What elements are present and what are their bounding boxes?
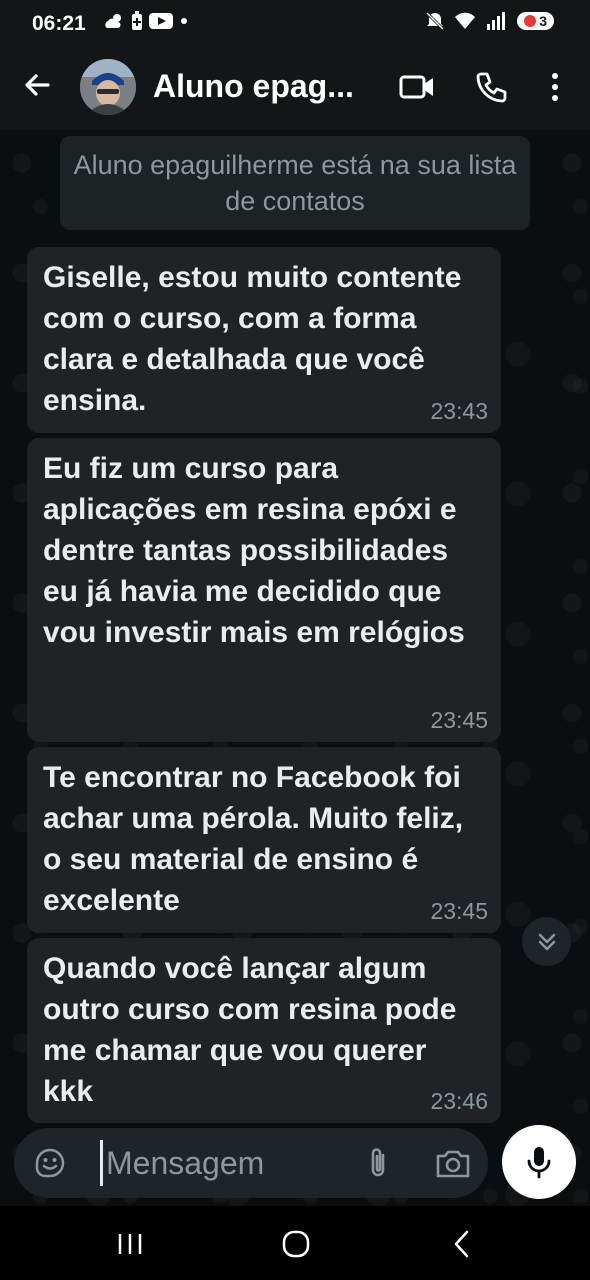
contact-info-notice: Aluno epaguilherme está na sua lista de … xyxy=(60,136,530,230)
text-cursor xyxy=(100,1140,103,1186)
double-chevron-down-icon xyxy=(538,933,555,950)
chat-area[interactable]: Aluno epaguilherme está na sua lista de … xyxy=(0,130,590,1206)
nav-back-icon[interactable] xyxy=(450,1228,474,1260)
message-bubble[interactable]: Quando você lançar algum outro curso com… xyxy=(27,938,501,1123)
person-photo-icon xyxy=(80,59,136,115)
notification-count: 3 xyxy=(539,13,547,29)
message-composer xyxy=(14,1128,488,1198)
message-text: Te encontrar no Facebook foi achar uma p… xyxy=(43,761,464,917)
message-time: 23:43 xyxy=(430,398,488,424)
message-text: Quando você lançar algum outro curso com… xyxy=(43,952,457,1108)
back-arrow-icon[interactable] xyxy=(20,68,54,102)
battery-saver-icon xyxy=(132,11,142,30)
notification-badge: 3 xyxy=(517,12,554,30)
contact-info-text: Aluno epaguilherme está na sua lista de … xyxy=(73,150,517,216)
message-bubble[interactable]: Te encontrar no Facebook foi achar uma p… xyxy=(27,747,501,933)
chat-header: Aluno epag... xyxy=(0,46,590,130)
mute-icon xyxy=(426,11,445,31)
cloud-sun-icon xyxy=(105,14,121,28)
message-bubble[interactable]: Eu fiz um curso para aplicações em resin… xyxy=(27,438,501,742)
message-time: 23:46 xyxy=(430,1088,488,1114)
recent-apps-icon[interactable] xyxy=(114,1228,146,1260)
scroll-to-bottom-button[interactable] xyxy=(522,917,571,966)
message-bubble[interactable]: Giselle, estou muito contente com o curs… xyxy=(27,247,501,433)
alert-dot-icon xyxy=(524,15,537,27)
voice-message-button[interactable] xyxy=(502,1125,576,1199)
signal-icon xyxy=(487,12,506,30)
youtube-icon xyxy=(149,13,173,29)
sticker-icon[interactable] xyxy=(33,1146,67,1180)
system-navigation-bar xyxy=(0,1206,590,1280)
attach-icon[interactable] xyxy=(364,1145,392,1181)
phone-icon[interactable] xyxy=(474,70,508,104)
status-left-icons xyxy=(103,11,189,31)
home-icon[interactable] xyxy=(280,1228,312,1260)
message-time: 23:45 xyxy=(430,898,488,924)
video-call-icon[interactable] xyxy=(398,72,436,102)
status-right-icons: 3 xyxy=(425,11,554,31)
mic-icon xyxy=(527,1147,551,1179)
status-time: 06:21 xyxy=(32,12,86,35)
dot-icon xyxy=(181,18,187,24)
message-text: Giselle, estou muito contente com o curs… xyxy=(43,261,462,417)
contact-name[interactable]: Aluno epag... xyxy=(153,68,354,105)
message-input[interactable] xyxy=(106,1139,346,1187)
wifi-icon xyxy=(455,12,476,30)
message-text: Eu fiz um curso para aplicações em resin… xyxy=(43,452,465,649)
contact-avatar[interactable] xyxy=(80,59,136,115)
status-bar: 06:21 3 xyxy=(0,0,590,46)
message-time: 23:45 xyxy=(430,707,488,733)
camera-icon[interactable] xyxy=(434,1146,472,1180)
more-vertical-icon[interactable] xyxy=(545,70,565,104)
